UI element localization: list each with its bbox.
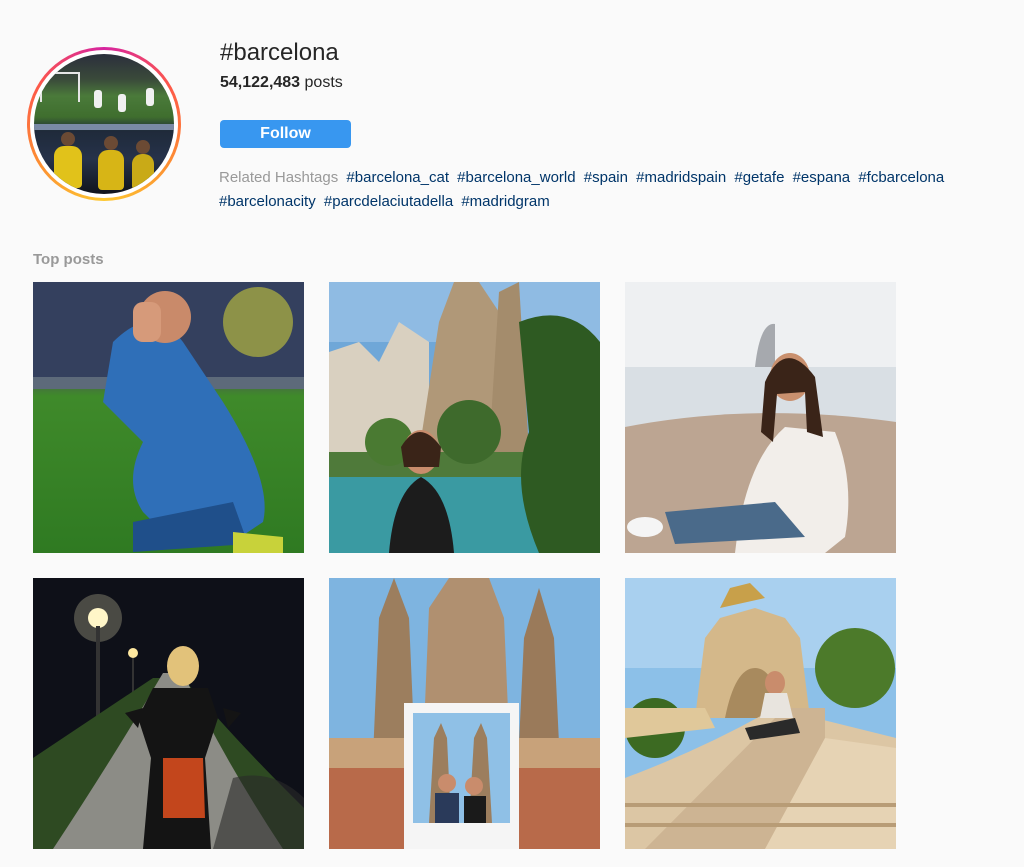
related-hashtag-link[interactable]: #madridgram (461, 193, 549, 210)
posts-count-label: posts (304, 74, 343, 91)
related-hashtag-link[interactable]: #barcelonacity (219, 193, 316, 210)
related-hashtag-link[interactable]: #espana (793, 169, 851, 186)
related-hashtag-link[interactable]: #madridspain (636, 169, 726, 186)
post-thumbnail[interactable] (329, 282, 600, 553)
top-posts-title: Top posts (33, 251, 104, 268)
follow-button[interactable]: Follow (220, 120, 351, 148)
related-hashtag-link[interactable]: #barcelona_world (457, 169, 575, 186)
related-hashtag-link[interactable]: #spain (584, 169, 628, 186)
post-image-beach (625, 282, 896, 553)
post-thumbnail[interactable] (33, 578, 304, 849)
post-image-night-path (33, 578, 304, 849)
posts-count: 54,122,483 posts (220, 74, 343, 92)
post-image-ciutadella (625, 578, 896, 849)
hashtag-page: #barcelona 54,122,483 posts Follow Relat… (0, 0, 1024, 867)
related-hashtag-link[interactable]: #fcbarcelona (858, 169, 944, 186)
related-hashtag-link[interactable]: #parcdelaciutadella (324, 193, 453, 210)
posts-count-value: 54,122,483 (220, 74, 301, 91)
post-image-sagrada-familia (329, 282, 600, 553)
hashtag-title: #barcelona (220, 39, 339, 66)
post-image-polaroid (329, 578, 600, 849)
hashtag-avatar-image (34, 54, 174, 194)
post-thumbnail[interactable] (625, 578, 896, 849)
related-hashtag-link[interactable]: #barcelona_cat (346, 169, 449, 186)
related-hashtags-label: Related Hashtags (219, 169, 339, 186)
post-thumbnail[interactable] (33, 282, 304, 553)
post-thumbnail[interactable] (329, 578, 600, 849)
hashtag-avatar (27, 47, 181, 201)
post-thumbnail[interactable] (625, 282, 896, 553)
related-hashtag-link[interactable]: #getafe (734, 169, 784, 186)
post-image-footballer (33, 282, 304, 553)
related-hashtags: Related Hashtags #barcelona_cat #barcelo… (219, 166, 1009, 214)
